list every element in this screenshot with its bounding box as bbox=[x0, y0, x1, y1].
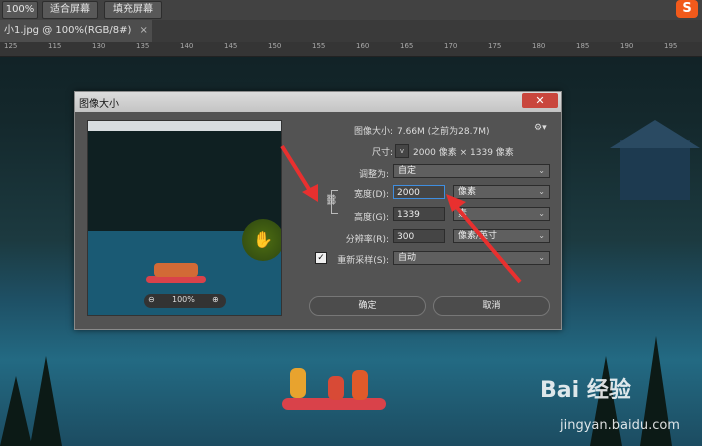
baidu-watermark: Bai 经验 bbox=[540, 378, 631, 403]
arrow-to-width-input bbox=[446, 194, 522, 284]
watermark-url: jingyan.baidu.com bbox=[560, 418, 680, 433]
arrow-to-link-icon bbox=[280, 144, 318, 202]
